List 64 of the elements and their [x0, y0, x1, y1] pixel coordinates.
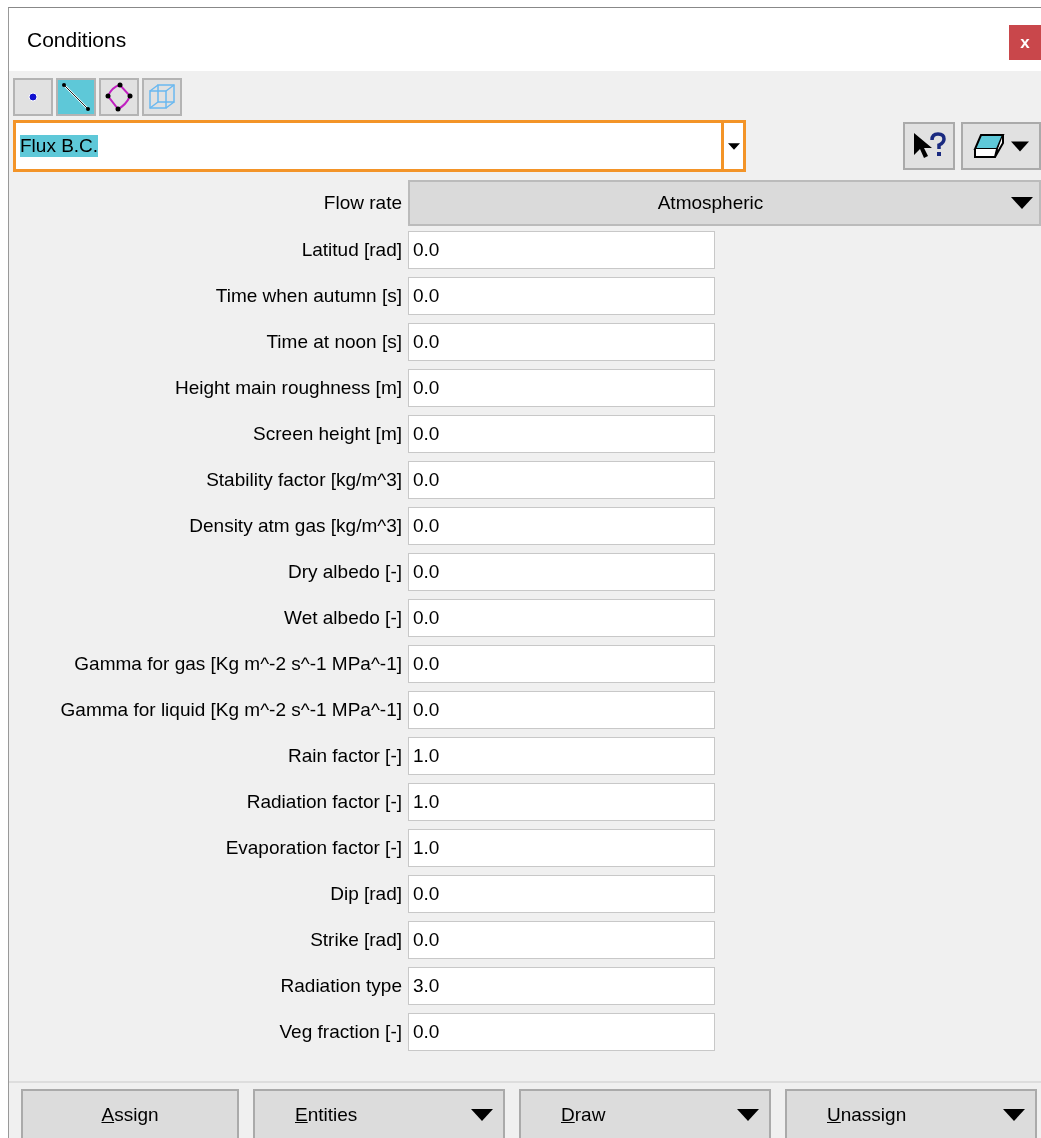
field-label: Rain factor [-] — [286, 745, 403, 767]
field-label: Time when autumn [s] — [214, 285, 403, 307]
input-field[interactable]: 0.0 — [408, 231, 715, 269]
field-label: Evaporation factor [-] — [224, 837, 403, 859]
surface-button[interactable] — [99, 78, 139, 116]
window-title: Conditions — [27, 27, 127, 52]
caret-icon — [1003, 1109, 1025, 1121]
field-label: Density atm gas [kg/m^3] — [188, 515, 403, 537]
condition-dropdown[interactable]: Flux B.C. — [13, 120, 746, 172]
field-label: Wet albedo [-] — [283, 607, 403, 629]
action-button[interactable]: Unassign — [785, 1089, 1037, 1138]
caret-icon — [727, 142, 740, 150]
selected-text: Flux B.C. — [20, 135, 99, 157]
field-label: Radiation factor [-] — [245, 791, 403, 813]
cube-icon — [147, 82, 177, 112]
field-label: Gamma for gas [Kg m^-2 s^-1 MPa^-1] — [73, 653, 403, 675]
caret-icon — [471, 1109, 493, 1121]
action-button[interactable]: Entities — [253, 1089, 505, 1138]
input-field[interactable]: 0.0 — [408, 875, 715, 913]
input-field[interactable]: 0.0 — [408, 921, 715, 959]
input-field[interactable]: 3.0 — [408, 967, 715, 1005]
input-field[interactable]: 0.0 — [408, 369, 715, 407]
field-label: Latitud [rad] — [300, 239, 403, 261]
input-field[interactable]: 0.0 — [408, 507, 715, 545]
eraser-icon — [973, 131, 1007, 161]
action-button[interactable]: Assign — [21, 1089, 239, 1138]
field-label: Screen height [m] — [252, 423, 403, 445]
caret-icon — [1011, 140, 1029, 152]
input-field[interactable]: 1.0 — [408, 783, 715, 821]
input-field[interactable]: 0.0 — [408, 691, 715, 729]
dot-icon — [27, 91, 39, 103]
close-button[interactable]: x — [1009, 25, 1041, 60]
dropdown-button[interactable] — [721, 123, 743, 169]
field-label: Height main roughness [m] — [173, 377, 403, 399]
field-label: Strike [rad] — [309, 929, 403, 951]
pointer-help-icon — [912, 131, 946, 161]
input-field[interactable]: 0.0 — [408, 277, 715, 315]
input-field[interactable]: 0.0 — [408, 599, 715, 637]
field-label: Time at noon [s] — [265, 331, 403, 353]
field-label: Radiation type — [279, 975, 403, 997]
field-label: Gamma for liquid [Kg m^-2 s^-1 MPa^-1] — [59, 699, 403, 721]
input-field[interactable]: 0.0 — [408, 415, 715, 453]
field-label: Dip [rad] — [329, 883, 403, 905]
input-field[interactable]: 0.0 — [408, 1013, 715, 1051]
field-label: Stability factor [kg/m^3] — [205, 469, 403, 491]
input-field[interactable]: 0.0 — [408, 645, 715, 683]
field-label: Dry albedo [-] — [286, 561, 403, 583]
field-label: Veg fraction [-] — [278, 1021, 403, 1043]
input-field[interactable]: 0.0 — [408, 553, 715, 591]
line-button[interactable] — [56, 78, 96, 116]
action-button[interactable]: Draw — [519, 1089, 771, 1138]
point-button[interactable] — [13, 78, 53, 116]
caret-icon — [737, 1109, 759, 1121]
eraser-menu-button[interactable] — [961, 122, 1041, 170]
caret-icon — [1011, 197, 1033, 209]
help-button[interactable] — [903, 122, 955, 170]
input-field[interactable]: 1.0 — [408, 829, 715, 867]
field-label: Flow rate — [322, 192, 403, 214]
surface-icon — [104, 82, 134, 112]
input-field[interactable]: 0.0 — [408, 323, 715, 361]
input-field[interactable]: 0.0 — [408, 461, 715, 499]
line-icon — [61, 82, 91, 112]
input-field[interactable]: 1.0 — [408, 737, 715, 775]
flow-rate-dropdown[interactable]: Atmospheric — [408, 180, 1041, 226]
